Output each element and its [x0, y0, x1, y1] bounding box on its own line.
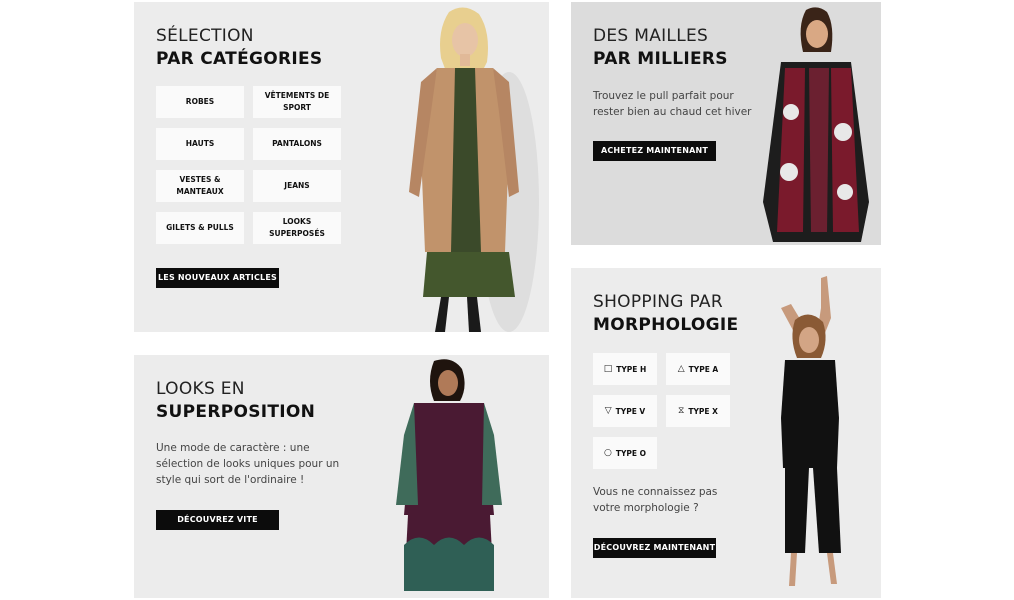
- knit-title-light: DES MAILLES: [593, 26, 709, 46]
- triangle-up-icon: △: [677, 364, 685, 374]
- categories-title-light: SÉLECTION: [156, 26, 254, 46]
- model-plum-dress-photo: [396, 359, 502, 591]
- morphology-panel: SHOPPING PAR MORPHOLOGIE □ TYPE H △ TYPE…: [571, 268, 881, 598]
- category-pantalons[interactable]: PANTALONS: [253, 128, 341, 160]
- model-camel-coat-photo: [409, 7, 539, 332]
- triangle-down-icon: ▽: [604, 406, 612, 416]
- hourglass-icon: ⧖: [678, 406, 685, 416]
- category-hauts[interactable]: HAUTS: [156, 128, 244, 160]
- category-vestes[interactable]: VESTES & MANTEAUX: [156, 170, 244, 202]
- layering-description: Une mode de caractère : une sélection de…: [156, 442, 340, 486]
- knit-description: Trouvez le pull parfait pour rester bien…: [593, 90, 752, 118]
- type-x-label: TYPE X: [688, 406, 718, 416]
- morphology-title-bold: MORPHOLOGIE: [593, 315, 739, 335]
- square-icon: □: [603, 364, 613, 374]
- type-a-label: TYPE A: [688, 364, 719, 374]
- category-sport[interactable]: VÊTEMENTS DE SPORT: [253, 86, 341, 118]
- morphology-question: Vous ne connaissez pas votre morphologie…: [593, 486, 718, 514]
- category-jeans[interactable]: JEANS: [253, 170, 341, 202]
- knitwear-panel: DES MAILLES PAR MILLIERS Trouvez le pull…: [571, 2, 881, 245]
- new-arrivals-button[interactable]: LES NOUVEAUX ARTICLES: [156, 268, 279, 288]
- type-a-chip[interactable]: △ TYPE A: [666, 353, 730, 385]
- type-v-chip[interactable]: ▽ TYPE V: [593, 395, 657, 427]
- discover-morphology-button[interactable]: DÉCOUVREZ MAINTENANT: [593, 538, 716, 558]
- category-robes[interactable]: ROBES: [156, 86, 244, 118]
- type-o-label: TYPE O: [615, 448, 646, 458]
- layering-title-bold: SUPERPOSITION: [156, 402, 316, 422]
- categories-panel: SÉLECTION PAR CATÉGORIES ROBES VÊTEMENTS…: [134, 2, 549, 332]
- knit-title-bold: PAR MILLIERS: [593, 49, 728, 69]
- categories-title-bold: PAR CATÉGORIES: [156, 49, 323, 69]
- model-black-jumpsuit-photo: [781, 276, 841, 586]
- category-looks[interactable]: LOOKS SUPERPOSÉS: [253, 212, 341, 244]
- type-o-chip[interactable]: ○ TYPE O: [593, 437, 657, 469]
- type-h-label: TYPE H: [616, 364, 647, 374]
- type-x-chip[interactable]: ⧖ TYPE X: [666, 395, 730, 427]
- shop-now-button[interactable]: ACHETEZ MAINTENANT: [593, 141, 716, 161]
- model-patterned-cardigan-photo: [763, 7, 869, 242]
- type-h-chip[interactable]: □ TYPE H: [593, 353, 657, 385]
- circle-icon: ○: [603, 448, 612, 458]
- discover-button[interactable]: DÉCOUVREZ VITE: [156, 510, 279, 530]
- morphology-title-light: SHOPPING PAR: [593, 292, 723, 312]
- category-gilets[interactable]: GILETS & PULLS: [156, 212, 244, 244]
- layering-title-light: LOOKS EN: [156, 379, 245, 399]
- layering-panel: LOOKS EN SUPERPOSITION Une mode de carac…: [134, 355, 549, 598]
- type-v-label: TYPE V: [615, 406, 646, 416]
